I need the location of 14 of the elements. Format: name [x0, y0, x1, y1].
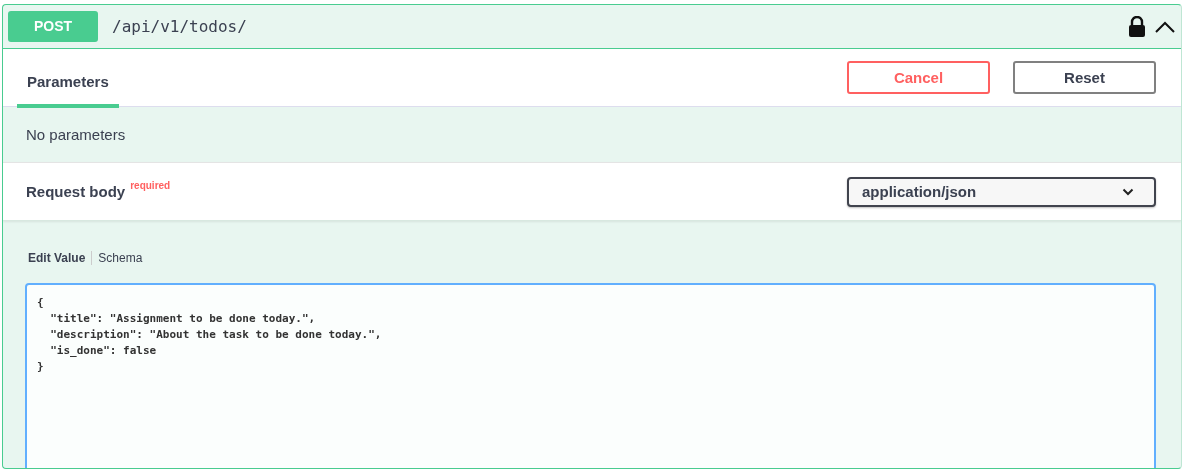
chevron-down-icon [1122, 187, 1134, 196]
collapse-chevron-icon[interactable] [1154, 19, 1176, 34]
content-type-dropdown[interactable]: application/json [847, 176, 1156, 207]
reset-button[interactable]: Reset [1013, 61, 1156, 94]
editor-tab[interactable]: Edit Value [25, 251, 89, 265]
json-editor-field[interactable]: { "title": "Assignment to be done today.", "description": "About the task to be done today.", "is_done": false } [25, 283, 1156, 468]
empty-message: No parameters [26, 126, 126, 143]
section-tab[interactable]: Parameters [17, 53, 119, 108]
editor-tab[interactable]: Schema [95, 251, 146, 265]
endpoint-path: /api/v1/todos/ [112, 17, 247, 36]
method-badge: POST [8, 11, 98, 42]
required-label: required [130, 180, 171, 191]
lock-icon[interactable] [1128, 15, 1146, 38]
section-title: Request body [26, 183, 126, 200]
